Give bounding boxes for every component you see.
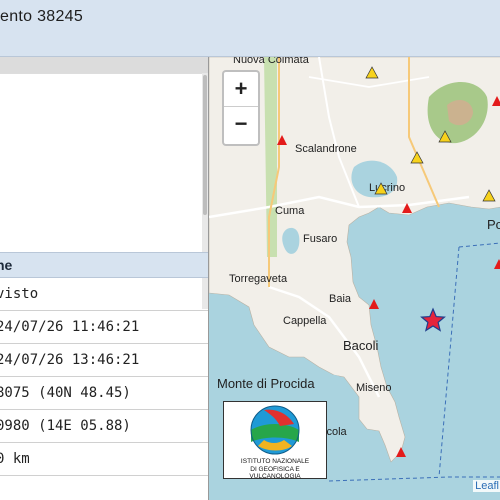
left-panel: ne visto 24/07/26 11:46:21 24/07/26 13:4… <box>0 57 208 500</box>
label-cuma: Cuma <box>275 205 305 217</box>
logo-text-line2: DI GEOFISICA E VULCANOLOGIA <box>249 466 301 480</box>
globe-icon <box>250 405 300 455</box>
label-bacoli: Bacoli <box>343 338 379 353</box>
row-latitude: 8075 (40N 48.45) <box>0 385 131 401</box>
zoom-out-button[interactable]: − <box>224 107 258 141</box>
label-lucrino: Lucrino <box>369 182 405 194</box>
label-torregaveta: Torregaveta <box>229 273 288 285</box>
table-header: ne <box>0 252 208 278</box>
row-local-time: 24/07/26 13:46:21 <box>0 352 140 368</box>
table-row: visto <box>0 278 208 311</box>
app-header: ento 38245 <box>0 0 500 57</box>
station-marker-red <box>494 259 500 269</box>
table-row: 24/07/26 13:46:21 <box>0 344 208 377</box>
zoom-in-button[interactable]: + <box>224 72 258 107</box>
logo-text-line1: ISTITUTO NAZIONALE <box>240 458 310 465</box>
label-cappella: Cappella <box>283 315 327 327</box>
station-marker-red <box>369 299 379 309</box>
event-map[interactable]: Nuova Colmata Scalandrone Lucrino Cuma F… <box>208 57 500 500</box>
protection-area-line <box>438 246 460 478</box>
table-row: 0 km <box>0 443 208 476</box>
label-po: Po <box>487 217 500 232</box>
map-attribution-link[interactable]: Leafl <box>473 480 500 492</box>
label-scalandrone: Scalandrone <box>295 143 357 155</box>
ingv-logo: ISTITUTO NAZIONALE DI GEOFISICA E VULCAN… <box>223 401 327 480</box>
row-utc-time: 24/07/26 11:46:21 <box>0 319 140 335</box>
label-monte-di-procida: Monte di Procida <box>217 376 315 391</box>
row-status: visto <box>0 286 39 302</box>
table-row: 0980 (14E 05.88) <box>0 410 208 443</box>
scrollbar-thumb[interactable] <box>203 75 207 215</box>
label-baia: Baia <box>329 293 352 305</box>
row-depth: 0 km <box>0 451 30 467</box>
table-row: 8075 (40N 48.45) <box>0 377 208 410</box>
row-longitude: 0980 (14E 05.88) <box>0 418 131 434</box>
protection-area-line <box>458 242 500 248</box>
panel-top-band <box>0 57 208 73</box>
label-nuova-colmata: Nuova Colmata <box>233 57 310 66</box>
table-row: 24/07/26 11:46:21 <box>0 311 208 344</box>
epicenter-star-marker <box>420 307 446 332</box>
zoom-control: + − <box>222 70 260 146</box>
event-info-table: ne visto 24/07/26 11:46:21 24/07/26 13:4… <box>0 252 208 476</box>
table-header-label: ne <box>0 257 13 273</box>
label-fusaro: Fusaro <box>303 233 337 245</box>
event-title: ento 38245 <box>0 8 84 25</box>
label-miseno: Miseno <box>356 382 391 394</box>
